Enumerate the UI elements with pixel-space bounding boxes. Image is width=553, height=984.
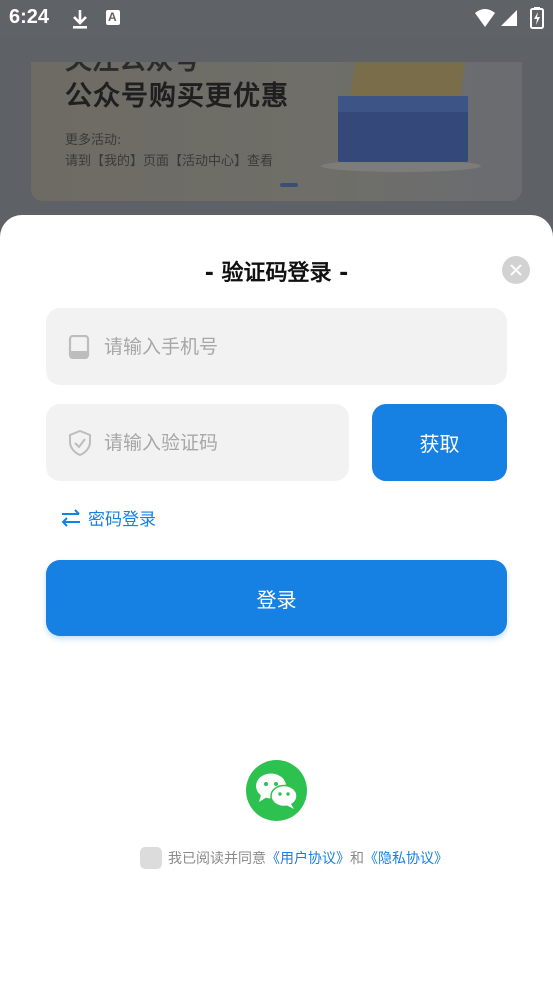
banner-headline: 公众号购买更优惠 <box>65 81 289 112</box>
swap-icon <box>61 508 80 527</box>
banner-page-indicator <box>280 183 298 187</box>
agreement-checkbox[interactable] <box>140 847 162 869</box>
wechat-icon <box>256 773 298 809</box>
phone-input[interactable] <box>104 308 495 385</box>
code-input[interactable] <box>104 404 337 481</box>
login-sheet: - 验证码登录 - 获取 密码登录 登录 <box>0 215 553 984</box>
promo-banner: 关注公众号 公众号购买更优惠 更多活动: 请到【我的】页面【活动中心】查看 <box>31 62 522 201</box>
close-icon[interactable] <box>502 256 530 284</box>
get-code-button[interactable]: 获取 <box>372 404 507 481</box>
wechat-login-button[interactable] <box>246 760 307 821</box>
wifi-icon <box>475 9 495 27</box>
shield-check-icon <box>69 429 91 456</box>
code-field[interactable] <box>46 404 349 481</box>
agreement-row: 我已阅读并同意 《用户协议》 和 《隐私协议》 <box>140 847 448 869</box>
and-text: 和 <box>350 851 364 867</box>
user-agreement-link[interactable]: 《用户协议》 <box>266 848 350 868</box>
privacy-policy-link[interactable]: 《隐私协议》 <box>364 848 448 868</box>
login-button[interactable]: 登录 <box>46 560 507 636</box>
phone-icon <box>68 334 90 359</box>
battery-icon <box>530 7 544 29</box>
agree-prefix-text: 我已阅读并同意 <box>168 851 266 867</box>
a-icon: A <box>106 10 120 25</box>
signal-icon <box>501 10 517 26</box>
status-time: 6:24 <box>9 6 50 28</box>
banner-more-label: 更多活动: <box>65 133 122 148</box>
banner-more-detail: 请到【我的】页面【活动中心】查看 <box>65 154 274 169</box>
sheet-title: - 验证码登录 - <box>204 261 349 286</box>
background-page: 关注公众号 公众号购买更优惠 更多活动: 请到【我的】页面【活动中心】查看 <box>0 38 553 238</box>
status-bar: 6:24 A <box>0 0 553 38</box>
download-icon <box>73 10 87 29</box>
password-login-label: 密码登录 <box>88 510 156 530</box>
password-login-switch[interactable]: 密码登录 <box>60 505 156 530</box>
phone-field[interactable] <box>46 308 507 385</box>
banner-box-top <box>338 96 468 112</box>
